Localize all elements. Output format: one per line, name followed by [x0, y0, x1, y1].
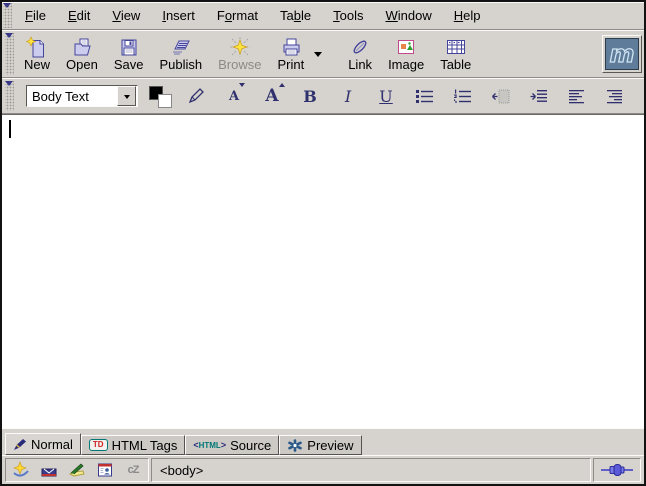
- decrease-font-size-button[interactable]: A: [220, 83, 248, 109]
- paragraph-style-select[interactable]: Body Text: [26, 85, 138, 107]
- print-button[interactable]: Print: [269, 32, 312, 76]
- format-toolbar: Body Text A A B I U: [2, 78, 644, 114]
- mozilla-logo-icon: m: [605, 38, 639, 70]
- background-color-swatch: [158, 94, 172, 108]
- navigator-icon[interactable]: [12, 461, 30, 479]
- open-button[interactable]: Open: [58, 32, 106, 76]
- indent-button[interactable]: [524, 83, 552, 109]
- menu-window[interactable]: Window: [375, 2, 443, 29]
- mozilla-logo-button[interactable]: m: [602, 35, 642, 73]
- print-icon: [280, 36, 302, 58]
- chatzilla-icon[interactable]: cZ: [124, 461, 142, 479]
- indent-icon: [529, 89, 548, 104]
- toolbar-grippy[interactable]: [3, 3, 12, 28]
- save-floppy-icon: [118, 36, 140, 58]
- menu-view[interactable]: View: [101, 2, 151, 29]
- align-right-button[interactable]: [600, 83, 628, 109]
- numbered-list-icon: [453, 89, 472, 104]
- link-icon: [349, 36, 371, 58]
- pen-icon: [13, 438, 27, 451]
- menu-table[interactable]: Table: [269, 2, 322, 29]
- arrow-down-icon: [239, 83, 245, 90]
- browse-sparkle-icon: [229, 36, 251, 58]
- bold-button[interactable]: B: [296, 83, 324, 109]
- align-left-button[interactable]: [562, 83, 590, 109]
- toolbar-grippy[interactable]: [5, 33, 14, 75]
- address-book-icon[interactable]: [96, 461, 114, 479]
- align-right-icon: [606, 89, 623, 104]
- structure-body-item[interactable]: <body>: [160, 463, 203, 478]
- status-bar: cZ <body>: [2, 455, 644, 484]
- browse-button[interactable]: Browse: [210, 32, 269, 76]
- numbered-list-button[interactable]: [448, 83, 476, 109]
- composer-icon[interactable]: [68, 461, 86, 479]
- tab-preview[interactable]: Preview: [279, 435, 361, 455]
- table-icon: [444, 36, 468, 58]
- td-tag-icon: TD: [89, 439, 108, 451]
- menu-help[interactable]: Help: [443, 2, 492, 29]
- structure-bar: <body>: [151, 458, 591, 482]
- tab-normal[interactable]: Normal: [5, 433, 81, 455]
- preview-starburst-icon: [287, 439, 303, 452]
- tab-html-tags[interactable]: TD HTML Tags: [81, 435, 185, 455]
- underline-button[interactable]: U: [372, 83, 400, 109]
- toolbar-spacer: [324, 32, 340, 76]
- main-toolbar: New Open Save: [2, 30, 644, 78]
- image-icon: [395, 36, 417, 58]
- composer-window: File Edit View Insert Format Table Tools…: [0, 0, 646, 486]
- tab-source[interactable]: <HTML> Source: [185, 435, 279, 455]
- svg-text:m: m: [609, 40, 634, 68]
- highlight-color-button[interactable]: [182, 83, 210, 109]
- paragraph-style-value: Body Text: [27, 89, 117, 104]
- text-color-picker[interactable]: [148, 84, 172, 108]
- menu-tools[interactable]: Tools: [322, 2, 374, 29]
- online-status-panel[interactable]: [593, 458, 641, 482]
- component-bar: cZ: [5, 458, 149, 482]
- chevron-down-icon: [117, 86, 136, 106]
- menu-insert[interactable]: Insert: [151, 2, 206, 29]
- menu-format[interactable]: Format: [206, 2, 269, 29]
- html-source-icon: <HTML>: [193, 440, 226, 450]
- toolbar-grippy[interactable]: [5, 81, 14, 111]
- menu-bar: File Edit View Insert Format Table Tools…: [2, 2, 644, 30]
- outdent-icon: [491, 89, 510, 104]
- increase-font-size-button[interactable]: A: [258, 83, 286, 109]
- bulleted-list-button[interactable]: [410, 83, 438, 109]
- publish-button[interactable]: Publish: [151, 32, 210, 76]
- text-caret: [9, 120, 11, 138]
- menu-edit[interactable]: Edit: [57, 2, 101, 29]
- italic-button[interactable]: I: [334, 83, 362, 109]
- publish-icon: [169, 36, 193, 58]
- new-page-icon: [26, 36, 48, 58]
- image-button[interactable]: Image: [380, 32, 432, 76]
- align-left-icon: [568, 89, 585, 104]
- menu-file[interactable]: File: [14, 2, 57, 29]
- arrow-up-icon: [279, 80, 285, 87]
- highlighter-pen-icon: [186, 86, 206, 106]
- edit-mode-tab-bar: Normal TD HTML Tags <HTML> Source Pr: [2, 428, 644, 455]
- save-button[interactable]: Save: [106, 32, 152, 76]
- print-dropdown-arrow[interactable]: [312, 32, 324, 76]
- new-button[interactable]: New: [16, 32, 58, 76]
- editor-canvas[interactable]: [2, 114, 644, 428]
- outdent-button[interactable]: [486, 83, 514, 109]
- online-plug-icon: [600, 462, 634, 478]
- mail-icon[interactable]: [40, 461, 58, 479]
- link-button[interactable]: Link: [340, 32, 380, 76]
- open-folder-icon: [71, 36, 93, 58]
- table-button[interactable]: Table: [432, 32, 479, 76]
- bulleted-list-icon: [415, 89, 434, 104]
